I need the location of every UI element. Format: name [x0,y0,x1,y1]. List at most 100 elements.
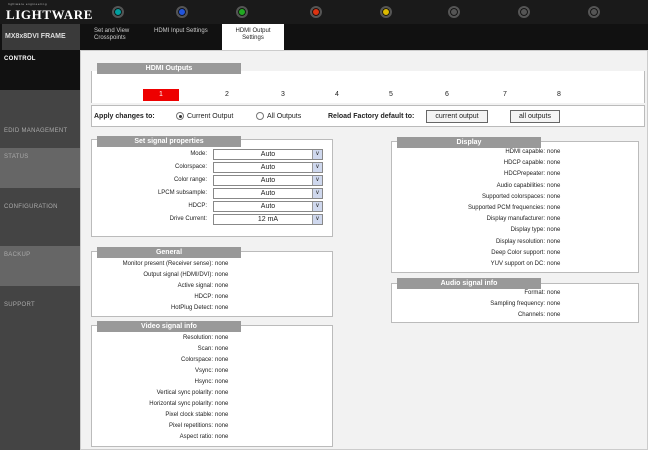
display-row-value: none [547,227,561,234]
signal-property-select[interactable]: Auto ∨ [213,162,323,173]
sidebar-item-status[interactable]: STATUS [0,148,80,188]
hdmi-outputs-title: HDMI Outputs [97,63,241,74]
status-led-icon [380,6,392,18]
sidebar-item-control[interactable]: CONTROL [0,50,80,90]
status-led-icon [236,6,248,18]
sidebar-item-label: STATUS [4,154,29,160]
display-row-value: none [547,238,561,245]
sidebar: CONTROL EDID MANAGEMENT STATUS CONFIGURA… [0,50,80,450]
display-row-value: none [547,171,561,178]
tab-label: Set and View Crosspoints [94,28,130,41]
select-value: Auto [260,190,276,197]
status-led-icon [310,6,322,18]
signal-property-select[interactable]: Auto ∨ [213,149,323,160]
signal-property-select[interactable]: Auto ∨ [213,188,323,199]
general-row-label: HDCP: [194,294,213,300]
audio-row-value: none [547,290,561,296]
current-output-radio[interactable] [176,112,184,120]
display-row-label: HDMI capable: [505,149,545,155]
video-row-label: Scan: [197,346,213,352]
video-row-value: none [215,335,229,341]
sidebar-item-support[interactable]: SUPPORT [0,296,80,336]
audio-row-value: none [547,312,561,318]
signal-property-label: Mode: [190,151,207,157]
display-row-value: none [547,193,561,200]
tab-set-and-view-crosspoints[interactable]: Set and View Crosspoints [90,24,148,50]
video-row-label: Pixel clock stable: [165,412,213,418]
output-port-2[interactable]: 2 [209,89,245,101]
all-outputs-label: All Outputs [267,113,302,120]
video-row-label: Pixel repetitions: [168,423,213,429]
signal-property-label: Color range: [173,177,207,183]
lightware-logo: lightware engineering LIGHTWARE [2,0,92,24]
display-row-value: none [547,205,561,211]
tab-hdmi-output-settings[interactable]: HDMI Output Settings [222,24,284,50]
video-row-value: none [215,357,229,363]
sidebar-item-label: BACKUP [4,252,31,258]
all-outputs-radio[interactable] [256,112,264,120]
display-row-value: none [547,149,561,155]
general-row-value: none [215,305,229,311]
sidebar-item-label: CONTROL [4,56,36,62]
signal-property-label: Colorspace: [174,164,207,170]
signal-property-label: Drive Current: [169,216,207,222]
video-row-value: none [215,434,229,440]
sidebar-item-backup[interactable]: BACKUP [0,246,80,286]
chevron-down-icon[interactable]: ∨ [312,176,322,185]
display-row-label: Deep Color support: [491,249,545,256]
signal-property-select[interactable]: Auto ∨ [213,201,323,212]
top-bar [0,0,648,24]
output-port-1[interactable]: 1 [143,89,179,101]
video-row-label: Horizontal sync polarity: [149,401,213,407]
signal-properties-title: Set signal properties [97,136,241,147]
apply-changes-bar: Apply changes to: Current Output All Out… [91,105,645,127]
chevron-down-icon[interactable]: ∨ [312,189,322,198]
output-port-6[interactable]: 6 [429,89,465,101]
video-row-value: none [215,401,229,407]
tab-hdmi-input-settings[interactable]: HDMI Input Settings [150,24,220,50]
audio-row-label: Sampling frequency: [490,301,545,307]
output-port-3[interactable]: 3 [265,89,301,101]
output-port-5[interactable]: 5 [373,89,409,101]
display-row-label: YUV support on DC: [490,261,545,267]
output-port-8[interactable]: 8 [541,89,577,101]
signal-property-select[interactable]: 12 mA ∨ [213,214,323,225]
video-row-value: none [215,346,229,352]
status-led-icon [448,6,460,18]
status-led-icon [112,6,124,18]
logo-brand: LIGHTWARE [6,7,94,22]
output-port-7[interactable]: 7 [487,89,523,101]
select-value: Auto [260,151,276,158]
display-row-value: none [547,249,561,256]
status-led-icon [518,6,530,18]
display-row-label: HDCPrepeater: [503,171,545,178]
general-row-value: none [215,294,229,300]
general-row-value: none [215,261,229,267]
signal-property-select[interactable]: Auto ∨ [213,175,323,186]
status-led-icon [588,6,600,18]
sidebar-item-configuration[interactable]: CONFIGURATION [0,198,80,238]
video-row-value: none [215,379,229,385]
video-row-label: Vsync: [194,368,213,374]
chevron-down-icon[interactable]: ∨ [312,202,322,211]
current-output-label: Current Output [187,113,234,120]
video-row-label: Colorspace: [180,357,213,363]
sidebar-item-label: EDID MANAGEMENT [4,128,68,134]
display-row-label: Display resolution: [495,238,545,245]
display-row-value: none [547,216,561,223]
video-row-value: none [215,412,229,418]
video-signal-title: Video signal info [97,321,241,332]
reload-all-outputs-button[interactable]: all outputs [510,110,560,123]
sidebar-item-label: CONFIGURATION [4,204,58,210]
reload-current-output-button[interactable]: current output [426,110,488,123]
display-row-value: none [547,261,561,267]
chevron-down-icon[interactable]: ∨ [312,150,322,159]
chevron-down-icon[interactable]: ∨ [312,163,322,172]
main-panel: HDMI Outputs 1 2 3 4 5 6 7 8 Apply changes to: … [80,50,648,450]
audio-row-label: Channels: [517,312,545,318]
video-row-label: Resolution: [182,335,213,341]
select-value: Auto [260,203,276,210]
output-port-4[interactable]: 4 [319,89,355,101]
general-row-label: HotPlug Detect: [170,305,213,311]
chevron-down-icon[interactable]: ∨ [312,215,322,224]
